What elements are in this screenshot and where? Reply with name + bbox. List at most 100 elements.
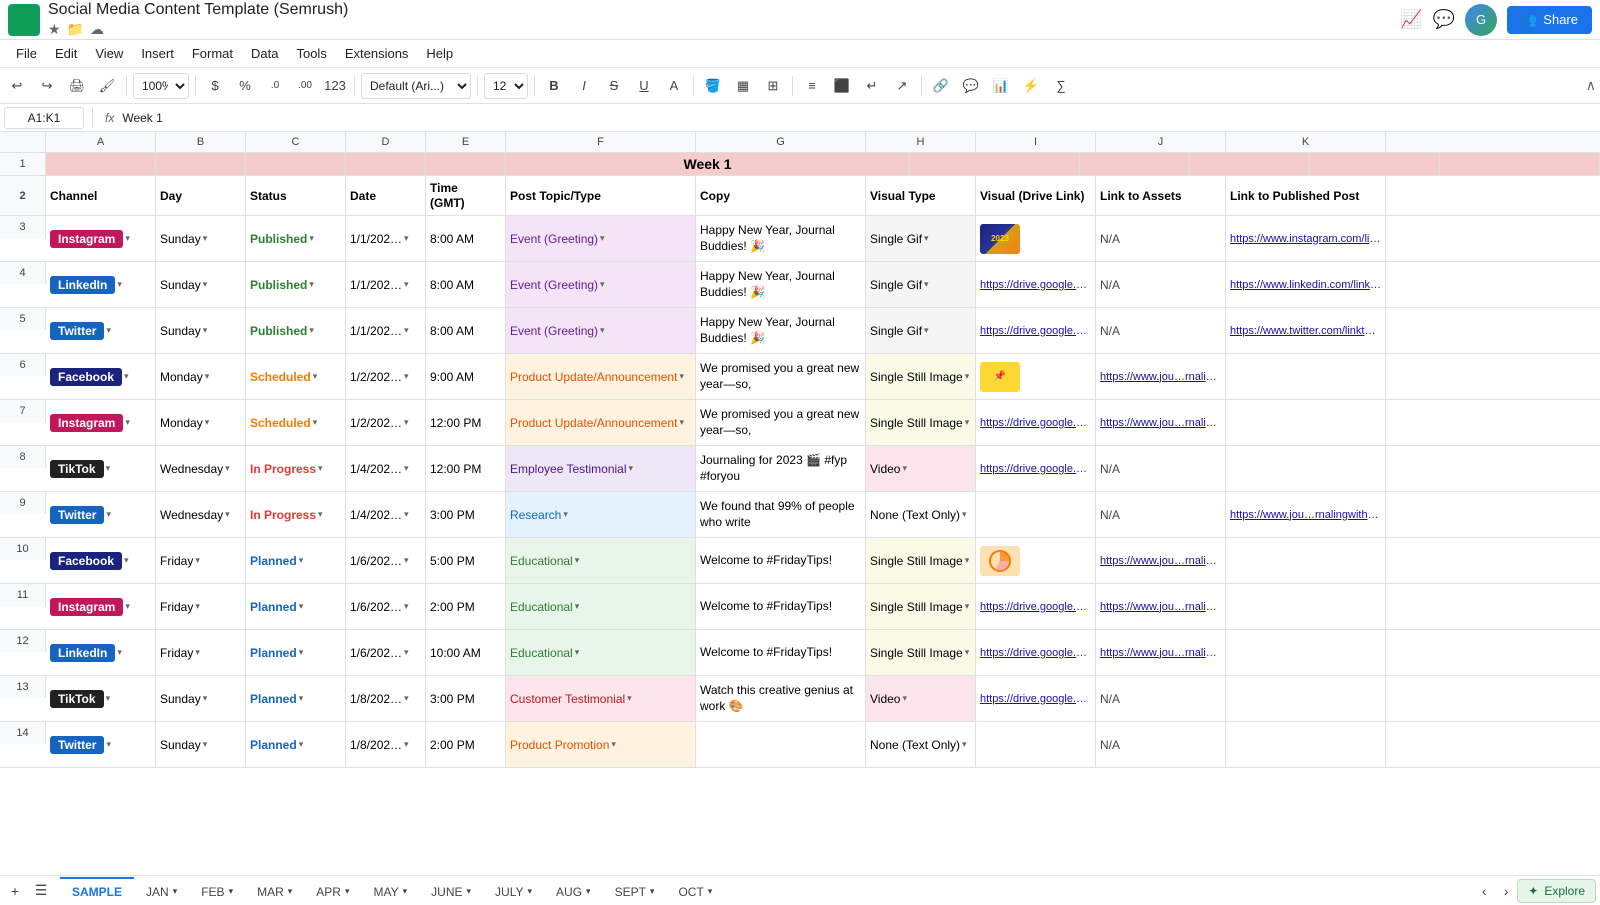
comment-add-button[interactable]: 💬 <box>958 73 984 99</box>
comment-icon[interactable]: 💬 <box>1433 9 1455 30</box>
status-dropdown-arrow[interactable]: ▾ <box>309 325 314 336</box>
cell-topic[interactable]: Product Promotion ▾ <box>506 722 696 767</box>
topic-dropdown-arrow[interactable]: ▾ <box>679 417 684 428</box>
cell-channel[interactable]: Facebook ▾ <box>46 538 156 583</box>
cell-status[interactable]: Published ▾ <box>246 308 346 353</box>
cell-day[interactable]: Friday ▾ <box>156 584 246 629</box>
valign-button[interactable]: ⬛ <box>829 73 855 99</box>
cell-date[interactable]: 1/1/202… ▾ <box>346 308 426 353</box>
cell-channel[interactable]: TikTok ▾ <box>46 676 156 721</box>
status-dropdown-arrow[interactable]: ▾ <box>318 463 323 474</box>
cell-visual-type[interactable]: None (Text Only) ▾ <box>866 492 976 537</box>
date-dropdown-arrow[interactable]: ▾ <box>404 555 409 566</box>
cell-day[interactable]: Wednesday ▾ <box>156 446 246 491</box>
visual-drive-link[interactable]: https://drive.google.c… <box>980 325 1091 337</box>
day-dropdown-arrow[interactable]: ▾ <box>205 417 210 428</box>
col-header-l[interactable]: K <box>1226 132 1386 152</box>
cell-topic[interactable]: Event (Greeting) ▾ <box>506 308 696 353</box>
strikethrough-button[interactable]: S <box>601 73 627 99</box>
col-header-c[interactable]: B <box>156 132 246 152</box>
visual-drive-link[interactable]: https://drive.google.c… <box>980 647 1091 659</box>
cell-visual-type[interactable]: Single Still Image ▾ <box>866 584 976 629</box>
cell-date[interactable]: 1/2/202… ▾ <box>346 400 426 445</box>
tab-june[interactable]: JUNE▾ <box>419 877 483 905</box>
cell-visual-type[interactable]: Single Gif ▾ <box>866 216 976 261</box>
increase-decimal-button[interactable]: .00 <box>292 73 318 99</box>
underline-button[interactable]: U <box>631 73 657 99</box>
redo-button[interactable]: ↪ <box>34 73 60 99</box>
day-dropdown-arrow[interactable]: ▾ <box>205 371 210 382</box>
formula-input[interactable] <box>122 111 1596 125</box>
visual-type-dropdown-arrow[interactable]: ▾ <box>965 647 970 658</box>
tab-apr[interactable]: APR▾ <box>304 877 361 905</box>
channel-dropdown-arrow[interactable]: ▾ <box>106 325 111 336</box>
date-dropdown-arrow[interactable]: ▾ <box>404 325 409 336</box>
tab-next-button[interactable]: › <box>1495 880 1517 902</box>
rotate-button[interactable]: ↗ <box>889 73 915 99</box>
tab-sample[interactable]: SAMPLE <box>60 877 134 905</box>
topic-dropdown-arrow[interactable]: ▾ <box>611 739 616 750</box>
wrap-button[interactable]: ↵ <box>859 73 885 99</box>
cell-date[interactable]: 1/8/202… ▾ <box>346 722 426 767</box>
cell-status[interactable]: Planned ▾ <box>246 538 346 583</box>
paint-format-button[interactable]: 🖌 <box>94 73 120 99</box>
date-dropdown-arrow[interactable]: ▾ <box>404 647 409 658</box>
date-dropdown-arrow[interactable]: ▾ <box>404 279 409 290</box>
visual-type-dropdown-arrow[interactable]: ▾ <box>965 417 970 428</box>
link-button[interactable]: 🔗 <box>928 73 954 99</box>
number-format-button[interactable]: 123 <box>322 73 348 99</box>
cell-channel[interactable]: LinkedIn ▾ <box>46 630 156 675</box>
cell-day[interactable]: Wednesday ▾ <box>156 492 246 537</box>
cell-visual-type[interactable]: Single Still Image ▾ <box>866 354 976 399</box>
visual-type-dropdown-arrow[interactable]: ▾ <box>965 371 970 382</box>
cell-day[interactable]: Sunday ▾ <box>156 676 246 721</box>
cell-visual-type[interactable]: Single Gif ▾ <box>866 308 976 353</box>
channel-dropdown-arrow[interactable]: ▾ <box>106 463 111 474</box>
channel-dropdown-arrow[interactable]: ▾ <box>106 509 111 520</box>
currency-button[interactable]: $ <box>202 73 228 99</box>
menu-insert[interactable]: Insert <box>133 42 182 65</box>
assets-link[interactable]: https://www.jou…rnalingwithfrien…ds.com/… <box>1100 647 1221 659</box>
topic-dropdown-arrow[interactable]: ▾ <box>575 555 580 566</box>
cell-topic[interactable]: Educational ▾ <box>506 630 696 675</box>
zoom-select[interactable]: 100% <box>133 73 189 99</box>
day-dropdown-arrow[interactable]: ▾ <box>203 693 208 704</box>
status-dropdown-arrow[interactable]: ▾ <box>318 509 323 520</box>
col-header-h[interactable]: G <box>696 132 866 152</box>
cell-channel[interactable]: Twitter ▾ <box>46 308 156 353</box>
visual-type-dropdown-arrow[interactable]: ▾ <box>965 601 970 612</box>
account-icon[interactable]: G <box>1465 4 1497 36</box>
cell-topic[interactable]: Customer Testimonial ▾ <box>506 676 696 721</box>
channel-dropdown-arrow[interactable]: ▾ <box>106 739 111 750</box>
day-dropdown-arrow[interactable]: ▾ <box>225 463 230 474</box>
cell-channel[interactable]: Instagram ▾ <box>46 400 156 445</box>
status-dropdown-arrow[interactable]: ▾ <box>299 693 304 704</box>
star-icon[interactable]: ★ <box>48 21 61 38</box>
date-dropdown-arrow[interactable]: ▾ <box>404 693 409 704</box>
menu-tools[interactable]: Tools <box>288 42 334 65</box>
tab-aug[interactable]: AUG▾ <box>544 877 603 905</box>
channel-dropdown-arrow[interactable]: ▾ <box>125 417 130 428</box>
cell-status[interactable]: Planned ▾ <box>246 584 346 629</box>
cell-topic[interactable]: Educational ▾ <box>506 584 696 629</box>
day-dropdown-arrow[interactable]: ▾ <box>203 325 208 336</box>
topic-dropdown-arrow[interactable]: ▾ <box>627 693 632 704</box>
topic-dropdown-arrow[interactable]: ▾ <box>629 463 634 474</box>
date-dropdown-arrow[interactable]: ▾ <box>404 371 409 382</box>
date-dropdown-arrow[interactable]: ▾ <box>404 463 409 474</box>
all-sheets-button[interactable]: ☰ <box>30 880 52 902</box>
cell-status[interactable]: Planned ▾ <box>246 630 346 675</box>
tab-sept[interactable]: SEPT▾ <box>603 877 667 905</box>
cell-topic[interactable]: Product Update/Announcement ▾ <box>506 400 696 445</box>
cell-date[interactable]: 1/2/202… ▾ <box>346 354 426 399</box>
visual-type-dropdown-arrow[interactable]: ▾ <box>965 555 970 566</box>
visual-drive-link[interactable]: https://drive.google.c… <box>980 601 1091 613</box>
topic-dropdown-arrow[interactable]: ▾ <box>600 325 605 336</box>
tab-july[interactable]: JULY▾ <box>483 877 544 905</box>
tab-jan[interactable]: JAN▾ <box>134 877 189 905</box>
visual-type-dropdown-arrow[interactable]: ▾ <box>924 325 929 336</box>
cell-channel[interactable]: Twitter ▾ <box>46 722 156 767</box>
cell-channel[interactable]: Instagram ▾ <box>46 216 156 261</box>
visual-drive-link[interactable]: https://drive.google.c… <box>980 693 1091 705</box>
day-dropdown-arrow[interactable]: ▾ <box>195 647 200 658</box>
